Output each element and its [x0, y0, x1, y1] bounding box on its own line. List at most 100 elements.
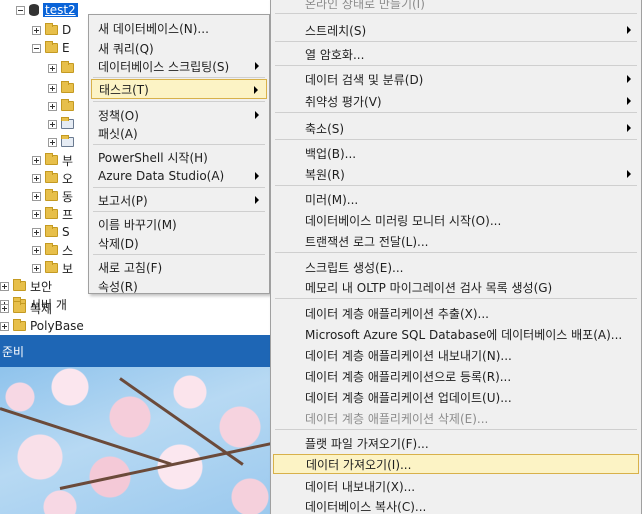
menu-item-delete-dac[interactable]: 데이터 계층 애플리케이션 삭제(E)...	[273, 408, 639, 428]
branch	[59, 441, 270, 490]
tree-node-label[interactable]: 프	[62, 206, 73, 223]
tree-node[interactable]: 동	[32, 188, 73, 204]
menu-item-data-discovery[interactable]: 데이터 검색 및 분류(D)	[273, 69, 639, 89]
tree-node[interactable]: 부	[32, 152, 73, 168]
menu-item-copy-database[interactable]: 데이터베이스 복사(C)...	[273, 496, 639, 514]
menu-item-stretch[interactable]: 스트레치(S)	[273, 20, 639, 40]
tree-node-label[interactable]: 동	[62, 188, 73, 205]
menu-item-rename[interactable]: 이름 바꾸기(M)	[91, 214, 267, 234]
expand-icon[interactable]	[0, 321, 9, 331]
expand-icon[interactable]	[48, 101, 57, 111]
menu-item-label: 이름 바꾸기(M)	[98, 217, 177, 232]
tree-node[interactable]: D	[32, 22, 71, 38]
menu-item-export-dac[interactable]: 데이터 계층 애플리케이션 내보내기(N)...	[273, 345, 639, 365]
menu-item-policies[interactable]: 정책(O)	[91, 105, 267, 125]
tasks-submenu: 온라인 상태로 만들기(I) 스트레치(S) 열 암호화... 데이터 검색 및…	[270, 0, 642, 514]
tree-node-label[interactable]: 오	[62, 170, 73, 187]
tree-node-label[interactable]: 복제	[30, 300, 52, 317]
menu-item-mirror[interactable]: 미러(M)...	[273, 189, 639, 209]
menu-item-extract-dac[interactable]: 데이터 계층 애플리케이션 추출(X)...	[273, 303, 639, 323]
menu-item-new-query[interactable]: 새 쿼리(Q)	[91, 38, 267, 58]
menu-item-azure-data-studio[interactable]: Azure Data Studio(A)	[91, 166, 267, 186]
tree-node[interactable]: 프	[32, 206, 73, 222]
menu-item-oltp-checklist[interactable]: 메모리 내 OLTP 마이그레이션 검사 목록 생성(G)	[273, 277, 639, 297]
tree-node-label[interactable]: 보안	[30, 278, 52, 295]
menu-item-log-shipping[interactable]: 트랜잭션 로그 전달(L)...	[273, 231, 639, 251]
menu-item-backup[interactable]: 백업(B)...	[273, 143, 639, 163]
menu-item-start-powershell[interactable]: PowerShell 시작(H)	[91, 147, 267, 167]
expand-icon[interactable]	[0, 281, 9, 291]
tree-node-label[interactable]: E	[62, 41, 70, 55]
tree-node-replication[interactable]: 복제	[0, 300, 52, 316]
expand-icon[interactable]	[48, 137, 57, 147]
menu-item-properties[interactable]: 속성(R)	[91, 276, 267, 296]
tree-node-polybase[interactable]: PolyBase	[0, 318, 84, 334]
menu-item-label: 데이터베이스 스크립팅(S)	[98, 59, 230, 74]
menu-item-label: 데이터베이스 복사(C)...	[305, 499, 427, 514]
menu-item-mirroring-monitor[interactable]: 데이터베이스 미러링 모니터 시작(O)...	[273, 210, 639, 230]
menu-item-vulnerability-assessment[interactable]: 취약성 평가(V)	[273, 91, 639, 111]
menu-separator	[275, 13, 637, 14]
menu-item-script-database[interactable]: 데이터베이스 스크립팅(S)	[91, 56, 267, 76]
tree-node[interactable]: 오	[32, 170, 73, 186]
expand-icon[interactable]	[32, 155, 41, 165]
tree-node-security[interactable]: 보안	[0, 278, 52, 294]
expand-icon[interactable]	[48, 63, 57, 73]
tree-node[interactable]	[48, 80, 78, 96]
tree-node-label[interactable]: PolyBase	[30, 319, 84, 333]
folder-icon	[45, 243, 58, 255]
tree-node-label[interactable]: D	[62, 23, 71, 37]
expand-icon[interactable]	[32, 209, 41, 219]
tree-node[interactable]: S	[32, 224, 70, 240]
menu-item-label: PowerShell 시작(H)	[98, 150, 208, 165]
folder-icon	[45, 189, 58, 201]
menu-item-upgrade-dac[interactable]: 데이터 계층 애플리케이션 업데이트(U)...	[273, 387, 639, 407]
menu-item-import-flat-file[interactable]: 플랫 파일 가져오기(F)...	[273, 433, 639, 453]
collapse-icon[interactable]	[32, 43, 41, 53]
menu-item-tasks[interactable]: 태스크(T)	[91, 79, 267, 99]
submenu-arrow-icon	[627, 26, 631, 34]
menu-item-label: 새로 고침(F)	[98, 260, 163, 275]
tree-node[interactable]	[48, 60, 78, 76]
menu-item-restore[interactable]: 복원(R)	[273, 164, 639, 184]
tree-node-label[interactable]: 부	[62, 152, 73, 169]
tree-node[interactable]	[48, 116, 78, 132]
submenu-arrow-icon	[627, 97, 631, 105]
expand-icon[interactable]	[32, 191, 41, 201]
expand-icon[interactable]	[32, 245, 41, 255]
menu-item-bring-online[interactable]: 온라인 상태로 만들기(I)	[273, 0, 639, 13]
tree-node[interactable]: 보	[32, 260, 73, 276]
expand-icon[interactable]	[32, 173, 41, 183]
expand-icon[interactable]	[48, 119, 57, 129]
status-bar: 준비	[0, 335, 270, 367]
tree-node-label[interactable]: test2	[43, 3, 78, 17]
expand-icon[interactable]	[48, 83, 57, 93]
collapse-icon[interactable]	[16, 5, 25, 15]
menu-item-delete[interactable]: 삭제(D)	[91, 233, 267, 253]
menu-item-export-data[interactable]: 데이터 내보내기(X)...	[273, 476, 639, 496]
menu-item-facets[interactable]: 패싯(A)	[91, 123, 267, 143]
tree-node-label[interactable]: 스	[62, 242, 73, 259]
folder-icon	[45, 153, 58, 165]
expand-icon[interactable]	[32, 25, 41, 35]
menu-item-deploy-azure[interactable]: Microsoft Azure SQL Database에 데이터베이스 배포(…	[273, 324, 639, 344]
menu-item-new-database[interactable]: 새 데이터베이스(N)...	[91, 18, 267, 38]
menu-item-shrink[interactable]: 축소(S)	[273, 118, 639, 138]
tree-node[interactable]	[48, 98, 78, 114]
expand-icon[interactable]	[32, 263, 41, 273]
expand-icon[interactable]	[0, 303, 9, 313]
tree-node[interactable]	[48, 134, 78, 150]
menu-item-refresh[interactable]: 새로 고침(F)	[91, 257, 267, 277]
menu-item-import-data[interactable]: 데이터 가져오기(I)...	[273, 454, 639, 474]
tree-node[interactable]: E	[32, 40, 70, 56]
tree-node-label[interactable]: 보	[62, 260, 73, 277]
menu-item-register-dac[interactable]: 데이터 계층 애플리케이션으로 등록(R)...	[273, 366, 639, 386]
tree-node[interactable]: 스	[32, 242, 73, 258]
folder-icon	[61, 61, 74, 73]
menu-item-encrypt-columns[interactable]: 열 암호화...	[273, 44, 639, 64]
expand-icon[interactable]	[32, 227, 41, 237]
tree-node-test2[interactable]: test2	[16, 2, 78, 18]
menu-item-reports[interactable]: 보고서(P)	[91, 190, 267, 210]
menu-item-generate-scripts[interactable]: 스크립트 생성(E)...	[273, 257, 639, 277]
tree-node-label[interactable]: S	[62, 225, 70, 239]
